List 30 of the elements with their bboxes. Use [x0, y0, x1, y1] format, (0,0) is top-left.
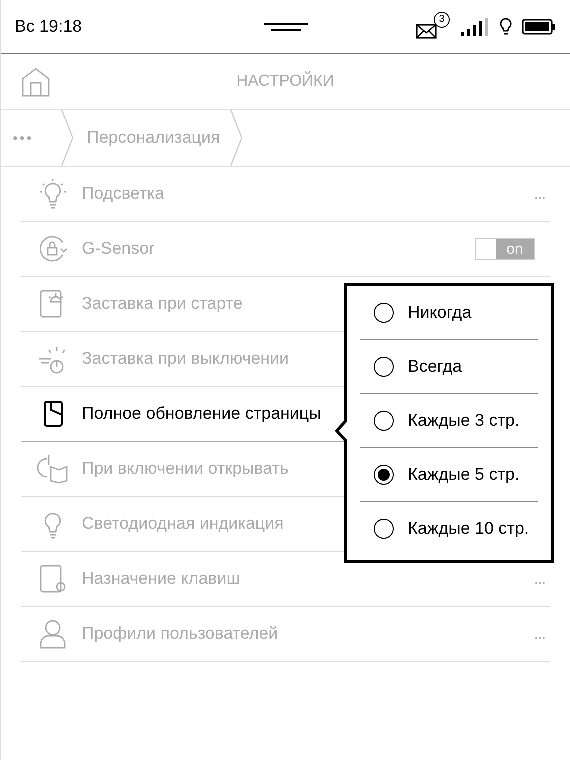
radio-option[interactable]: Каждые 3 стр.: [360, 394, 538, 448]
more-indicator: ...: [534, 571, 546, 587]
breadcrumb-separator: [230, 110, 244, 166]
radio-button[interactable]: [374, 519, 394, 539]
radio-option[interactable]: Всегда: [360, 340, 538, 394]
power-book-icon: [37, 453, 69, 485]
battery-icon: [522, 18, 556, 34]
bulb-icon: [500, 18, 512, 36]
radio-button[interactable]: [374, 464, 394, 484]
bulb-icon: [37, 178, 69, 210]
settings-item[interactable]: Подсветка ...: [21, 167, 550, 222]
radio-button[interactable]: [374, 302, 394, 322]
toggle-switch[interactable]: on: [496, 239, 534, 259]
breadcrumb-more[interactable]: •••: [1, 130, 61, 146]
breadcrumb-separator: [61, 110, 75, 166]
signal-icon: [460, 18, 490, 36]
radio-option[interactable]: Никогда: [360, 286, 538, 340]
handle-icon[interactable]: [264, 23, 308, 31]
radio-button[interactable]: [374, 356, 394, 376]
radio-button[interactable]: [374, 410, 394, 430]
more-indicator: ...: [534, 186, 546, 202]
more-indicator: ...: [534, 626, 546, 642]
status-time: Вс 19:18: [15, 16, 82, 36]
settings-item[interactable]: Профили пользователей ...: [21, 607, 550, 662]
breadcrumb-item[interactable]: Персонализация: [75, 128, 230, 148]
settings-item[interactable]: G-Sensor on: [21, 222, 550, 277]
mail-badge: 3: [434, 12, 450, 28]
mail-icon[interactable]: [416, 22, 438, 38]
radio-option[interactable]: Каждые 5 стр.: [360, 448, 538, 502]
page-title: НАСТРОЙКИ: [236, 72, 336, 90]
